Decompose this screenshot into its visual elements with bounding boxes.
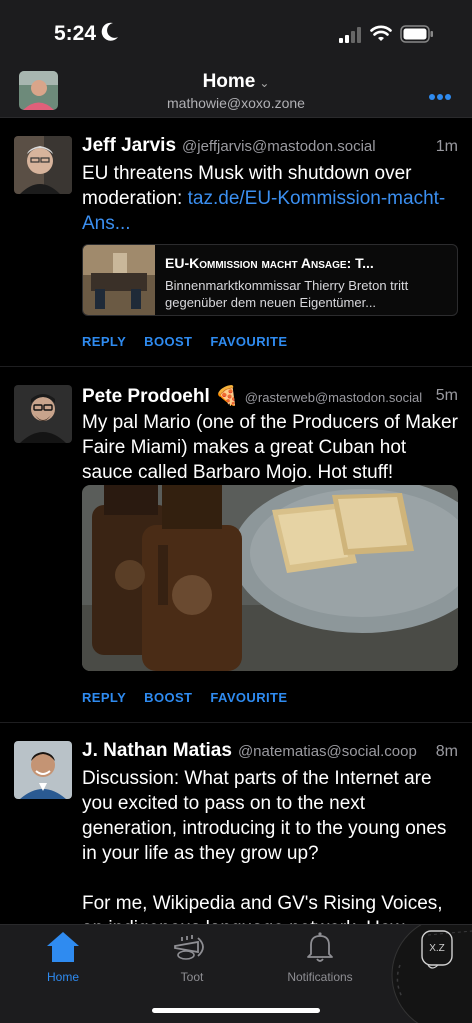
link-preview-card[interactable]: EU-Kommission macht Ansage: T... Binnenm…	[82, 244, 458, 316]
tab-label: Notifications	[287, 970, 353, 984]
post-actions: REPLY BOOST FAVOURITE	[82, 334, 305, 349]
author-handle: @natematias@social.coop	[237, 743, 417, 760]
tab-notifications[interactable]: Notifications	[270, 929, 370, 984]
status-time: 5:24	[54, 22, 97, 45]
tab-label: Toot	[180, 970, 204, 984]
tab-toot[interactable]: Toot	[142, 929, 242, 984]
author-avatar[interactable]	[14, 385, 72, 443]
post-item[interactable]: J. Nathan Matias @natematias@social.coop …	[0, 723, 472, 924]
link-preview-description: Binnenmarktkommissar Thierry Breton trit…	[165, 278, 409, 310]
boost-button[interactable]: BOOST	[144, 690, 192, 705]
author-name[interactable]: J. Nathan Matias @natematias@social.coop	[82, 740, 417, 762]
trumpet-icon	[172, 935, 212, 968]
author-display-name: Jeff Jarvis	[82, 135, 177, 156]
author-handle: @jeffjarvis@mastodon.social	[182, 138, 376, 155]
author-name[interactable]: Pete Prodoehl 🍕 @rasterweb@mastodon.socia…	[82, 384, 422, 408]
badge-text: X.Z	[429, 943, 445, 954]
timeline-selector[interactable]: Home ⌄	[0, 71, 472, 93]
home-indicator	[152, 1008, 320, 1013]
author-handle: @rasterweb@mastodon.social	[244, 390, 423, 405]
tab-home[interactable]: Home	[13, 929, 113, 984]
post-time: 1m	[435, 138, 458, 155]
link-preview-image	[83, 245, 155, 315]
post-paragraph: For me, Wikipedia and GV's Rising Voices…	[82, 893, 443, 924]
post-media-image[interactable]	[82, 485, 458, 671]
timeline-feed[interactable]: Jeff Jarvis @jeffjarvis@mastodon.social 1…	[0, 118, 472, 924]
post-content: My pal Mario (one of the Producers of Ma…	[82, 412, 458, 483]
post-item[interactable]: Jeff Jarvis @jeffjarvis@mastodon.social 1…	[0, 118, 472, 367]
favourite-button[interactable]: FAVOURITE	[210, 690, 287, 705]
ellipsis-icon[interactable]	[428, 88, 452, 106]
top-nav-bar: Home ⌄ mathowie@xoxo.zone	[0, 66, 472, 118]
xoxo-zone-badge[interactable]: X.Z	[388, 925, 472, 1023]
reply-button[interactable]: REPLY	[82, 334, 126, 349]
author-display-name: J. Nathan Matias	[82, 740, 232, 761]
bell-icon	[302, 932, 338, 968]
account-handle: mathowie@xoxo.zone	[167, 95, 305, 111]
author-avatar[interactable]	[14, 741, 72, 799]
wifi-icon	[370, 25, 392, 48]
author-avatar[interactable]	[14, 136, 72, 194]
battery-icon	[400, 25, 434, 48]
author-name[interactable]: Jeff Jarvis @jeffjarvis@mastodon.social	[82, 135, 376, 157]
nav-title: Home	[202, 71, 256, 92]
post-item[interactable]: Pete Prodoehl 🍕 @rasterweb@mastodon.socia…	[0, 367, 472, 723]
post-content: Discussion: What parts of the Internet a…	[82, 766, 462, 924]
boost-button[interactable]: BOOST	[144, 334, 192, 349]
house-icon	[45, 932, 81, 968]
author-display-name: Pete Prodoehl 🍕	[82, 386, 239, 407]
status-bar: 5:24	[0, 0, 472, 66]
post-content: EU threatens Musk with shutdown over mod…	[82, 161, 462, 236]
post-time: 5m	[435, 387, 458, 404]
link-preview-title: EU-Kommission macht Ansage: T...	[165, 255, 374, 271]
post-paragraph: Discussion: What parts of the Internet a…	[82, 768, 447, 864]
chevron-down-icon: ⌄	[259, 76, 270, 90]
moon-icon	[101, 22, 119, 47]
cellular-signal-icon	[339, 27, 363, 48]
tab-label: Home	[46, 970, 79, 984]
reply-button[interactable]: REPLY	[82, 690, 126, 705]
favourite-button[interactable]: FAVOURITE	[210, 334, 287, 349]
post-time: 8m	[435, 743, 458, 760]
post-actions: REPLY BOOST FAVOURITE	[82, 690, 305, 705]
